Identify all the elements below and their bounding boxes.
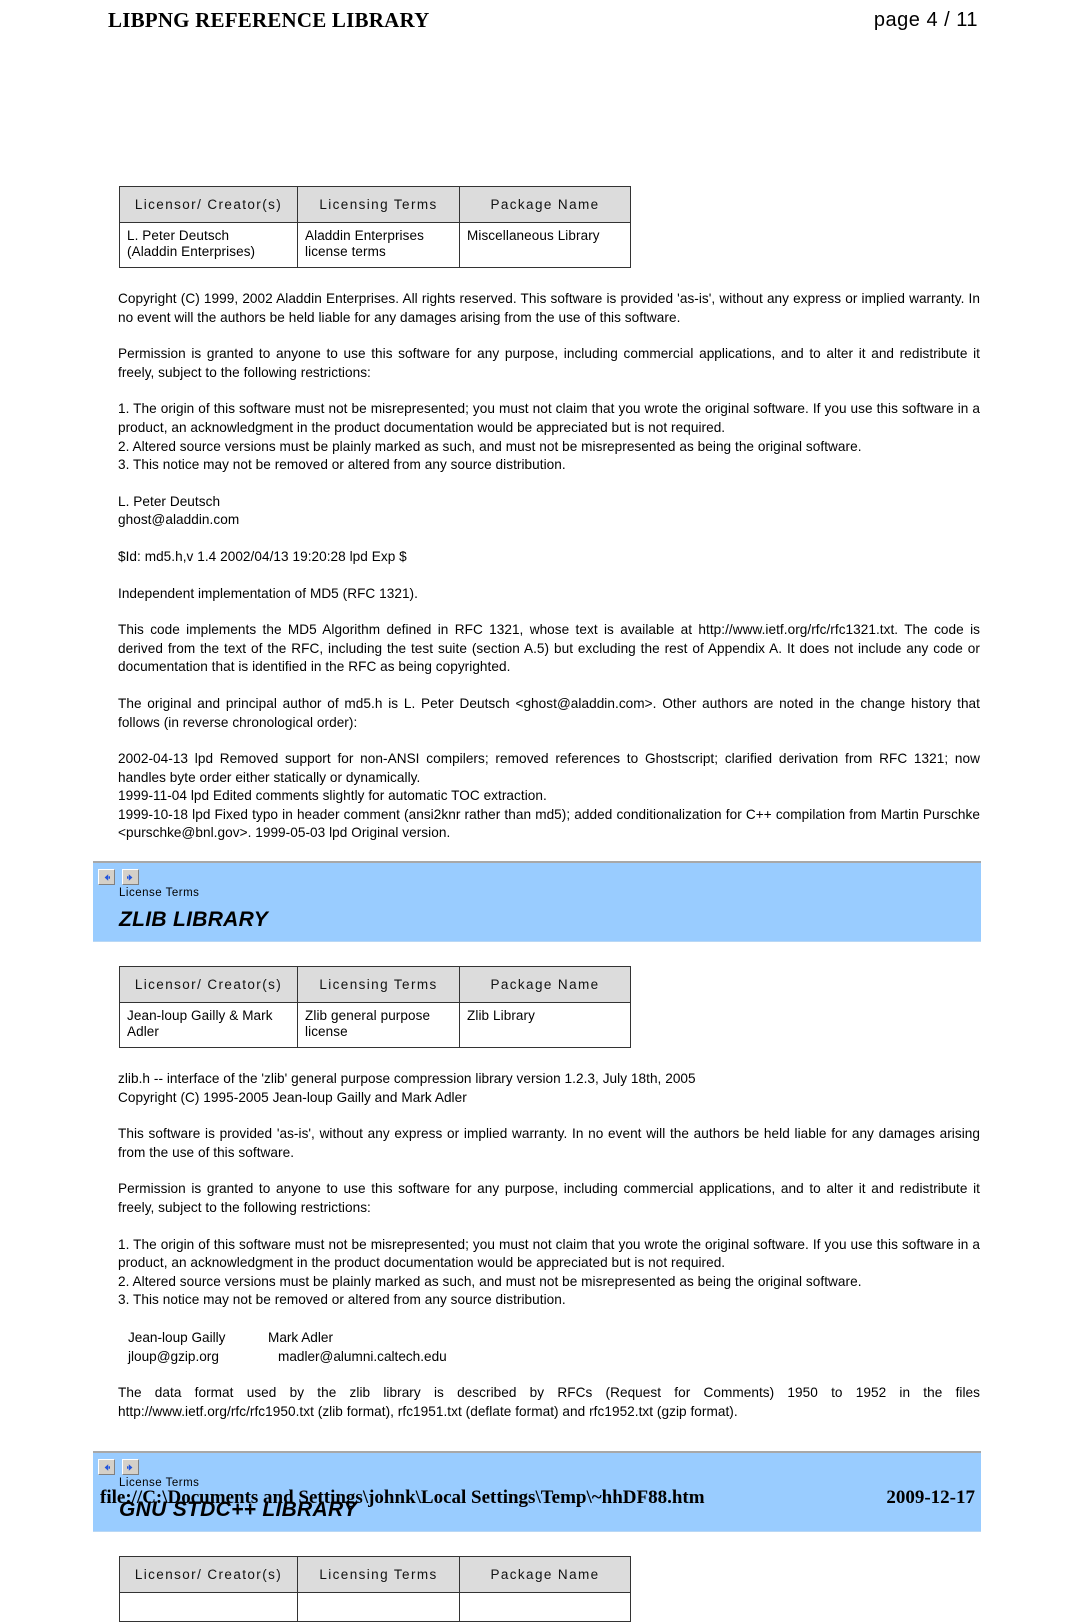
column-header-licensing-terms: Licensing Terms — [297, 966, 460, 1004]
contact-emails-row: jloup@gzip.org madler@alumni.caltech.edu — [128, 1347, 1080, 1366]
banner-nav-buttons-zlib — [93, 869, 981, 886]
cell-licensor — [119, 1592, 298, 1622]
column-header-package-name: Package Name — [459, 966, 631, 1004]
paragraph-aladdin-independent-impl: Independent implementation of MD5 (RFC 1… — [118, 585, 418, 601]
paragraph-zlib-rfc-note: The data format used by the zlib library… — [118, 1385, 980, 1419]
paragraph-aladdin-author-name: L. Peter Deutsch — [118, 493, 221, 509]
forward-button[interactable] — [122, 1459, 139, 1476]
paragraph-aladdin-restriction-1: 1. The origin of this software must not … — [118, 401, 980, 435]
contact-name-gailly: Jean-loup Gailly — [128, 1330, 226, 1345]
paragraph-zlib-permission: Permission is granted to anyone to use t… — [118, 1181, 980, 1216]
paragraph-aladdin-restriction-3: 3. This notice may not be removed or alt… — [118, 457, 566, 473]
paragraph-zlib-restriction-1: 1. The origin of this software must not … — [118, 1236, 980, 1271]
arrow-right-icon — [126, 1463, 135, 1472]
column-header-package-name: Package Name — [459, 186, 631, 223]
banner-caption-zlib: License Terms — [119, 887, 200, 900]
arrow-left-icon — [102, 873, 111, 882]
license-table-gnu-stdcpp: Licensor/ Creator(s) Licensing Terms Pac… — [119, 1556, 631, 1622]
cell-licensor: L. Peter Deutsch (Aladdin Enterprises) — [119, 222, 298, 268]
cell-licensor: Jean-loup Gailly & Mark Adler — [119, 1002, 298, 1049]
cell-package-name — [459, 1592, 631, 1622]
back-button[interactable] — [98, 869, 115, 886]
forward-button[interactable] — [122, 869, 139, 886]
banner-nav-buttons-gnu-stdcpp — [93, 1459, 981, 1476]
cell-package-name: Miscellaneous Library — [459, 222, 631, 268]
back-button[interactable] — [98, 1459, 115, 1476]
cell-licensing-terms: Aladdin Enterprises license terms — [297, 222, 460, 268]
column-header-licensor: Licensor/ Creator(s) — [119, 186, 298, 223]
table-row: L. Peter Deutsch (Aladdin Enterprises) A… — [119, 222, 631, 268]
contact-email-gailly: jloup@gzip.org — [128, 1349, 219, 1364]
paragraph-zlib-interface: zlib.h -- interface of the 'zlib' genera… — [118, 1071, 696, 1087]
paragraph-zlib-restriction-3: 3. This notice may not be removed or alt… — [118, 1292, 566, 1308]
page-header: LIBPNG REFERENCE LIBRARY page 4 / 11 — [0, 0, 1080, 40]
paragraph-aladdin-original-author: The original and principal author of md5… — [118, 695, 980, 730]
column-header-package-name: Package Name — [459, 1556, 631, 1594]
license-table-zlib: Licensor/ Creator(s) Licensing Terms Pac… — [119, 966, 631, 1049]
paragraph-aladdin-change-1999-11: 1999-11-04 lpd Edited comments slightly … — [118, 788, 547, 804]
section-banner-zlib: License Terms ZLIB LIBRARY — [93, 861, 981, 943]
paragraph-zlib-restriction-2: 2. Altered source versions must be plain… — [118, 1273, 862, 1289]
cell-licensing-terms — [297, 1592, 460, 1622]
paragraph-aladdin-permission: Permission is granted to anyone to use t… — [118, 346, 980, 380]
column-header-licensor: Licensor/ Creator(s) — [119, 1556, 298, 1594]
contact-names-row: Jean-loup Gailly Mark Adler — [128, 1328, 1080, 1347]
column-header-licensing-terms: Licensing Terms — [297, 186, 460, 223]
banner-title-zlib: ZLIB LIBRARY — [119, 908, 269, 932]
paragraph-aladdin-change-2002: 2002-04-13 lpd Removed support for non-A… — [118, 751, 980, 785]
table-row: Jean-loup Gailly & Mark Adler Zlib gener… — [119, 1002, 631, 1049]
footer-file-path: file://C:\Documents and Settings\johnk\L… — [100, 1487, 705, 1508]
page-number-label: page 4 / 11 — [873, 8, 978, 31]
contact-name-adler: Mark Adler — [268, 1330, 333, 1345]
zlib-contacts: Jean-loup Gailly Mark Adler jloup@gzip.o… — [128, 1328, 1080, 1366]
footer-date: 2009-12-17 — [886, 1487, 975, 1508]
table-header-row: Licensor/ Creator(s) Licensing Terms Pac… — [119, 1556, 631, 1594]
cell-licensing-terms: Zlib general purpose license — [297, 1002, 460, 1049]
table-header-row: Licensor/ Creator(s) Licensing Terms Pac… — [119, 186, 631, 223]
contact-email-adler: madler@alumni.caltech.edu — [278, 1349, 447, 1364]
paragraph-aladdin-rcs-id: $Id: md5.h,v 1.4 2002/04/13 19:20:28 lpd… — [118, 548, 407, 564]
table-header-row: Licensor/ Creator(s) Licensing Terms Pac… — [119, 966, 631, 1004]
paragraph-aladdin-code-implements: This code implements the MD5 Algorithm d… — [118, 622, 980, 675]
license-table-aladdin: Licensor/ Creator(s) Licensing Terms Pac… — [119, 186, 631, 268]
paragraph-aladdin-author-email: ghost@aladdin.com — [118, 512, 240, 528]
page-title: LIBPNG REFERENCE LIBRARY — [108, 7, 430, 32]
table-row — [119, 1592, 631, 1622]
paragraph-aladdin-restriction-2: 2. Altered source versions must be plain… — [118, 438, 862, 454]
arrow-left-icon — [102, 1463, 111, 1472]
column-header-licensor: Licensor/ Creator(s) — [119, 966, 298, 1004]
paragraph-aladdin-change-1999-10: 1999-10-18 lpd Fixed typo in header comm… — [118, 806, 980, 841]
paragraph-aladdin-copyright: Copyright (C) 1999, 2002 Aladdin Enterpr… — [118, 291, 980, 325]
paragraph-zlib-as-is: This software is provided 'as-is', witho… — [118, 1126, 980, 1160]
arrow-right-icon — [126, 873, 135, 882]
cell-package-name: Zlib Library — [459, 1002, 631, 1049]
page-footer: file://C:\Documents and Settings\johnk\L… — [0, 1487, 1080, 1509]
column-header-licensing-terms: Licensing Terms — [297, 1556, 460, 1594]
document-content: Licensor/ Creator(s) Licensing Terms Pac… — [0, 186, 1080, 1622]
paragraph-zlib-copyright: Copyright (C) 1995-2005 Jean-loup Gailly… — [118, 1089, 467, 1105]
